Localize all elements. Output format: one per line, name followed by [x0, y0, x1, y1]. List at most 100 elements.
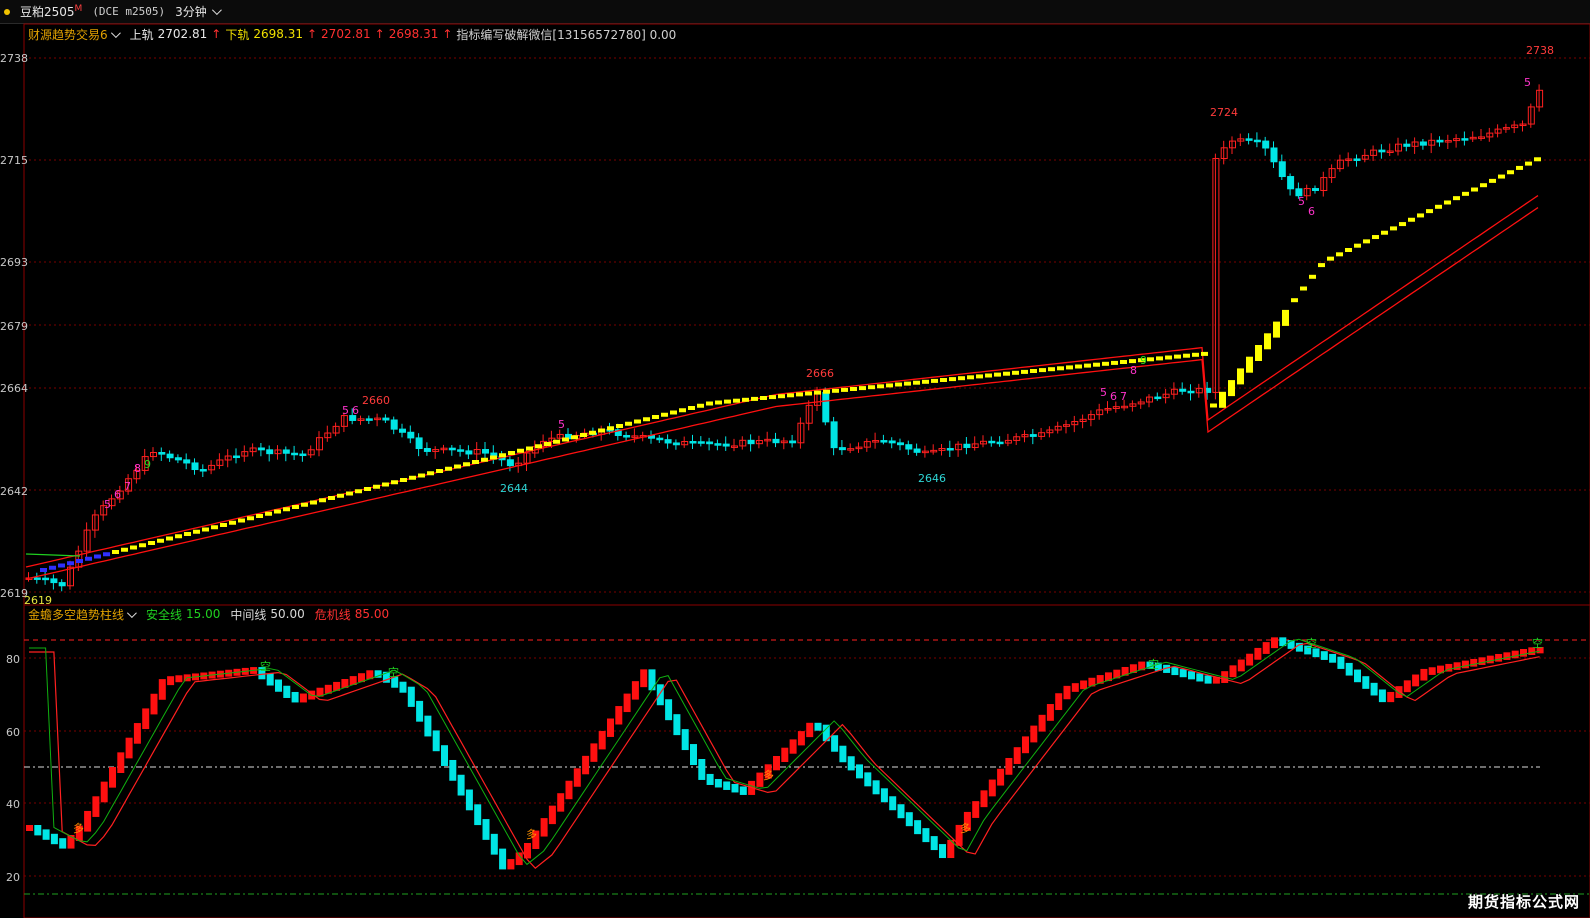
osc-bar [1503, 652, 1511, 660]
candle-body [963, 443, 971, 448]
candle-body [291, 452, 299, 456]
ma-step-block [1201, 351, 1208, 356]
osc-bar [266, 673, 274, 686]
ma-step-block [1291, 298, 1298, 303]
osc-bar [100, 781, 108, 803]
osc-bar [1179, 669, 1187, 678]
ma-step-block [1516, 165, 1523, 170]
osc-bar [681, 729, 689, 751]
ma-step-block [832, 388, 839, 393]
short-signal-label: 空 [388, 665, 399, 679]
ma-step-block [1102, 361, 1109, 366]
count-label: 7 [1120, 390, 1127, 403]
ma-step-block [391, 480, 398, 485]
osc-bar [1246, 653, 1254, 666]
ma-step-block [553, 439, 560, 444]
ma-step-block [1435, 204, 1442, 209]
ma-step-block [1183, 353, 1190, 358]
count-label: 6 [114, 488, 121, 501]
osc-bar [1486, 655, 1494, 664]
price-tick: 2664 [0, 382, 28, 395]
ma-step-block [1327, 256, 1334, 261]
candle-body [482, 449, 489, 454]
ma-step-block [247, 516, 254, 521]
ma-step-block [607, 426, 614, 431]
osc-tick: 60 [6, 726, 20, 739]
osc-bar [665, 699, 673, 721]
osc-bar [84, 810, 92, 832]
ma-step-block [184, 532, 191, 536]
ma-step-block [1534, 157, 1541, 162]
ma-step-block [940, 378, 947, 382]
candle-body [382, 417, 390, 421]
osc-bar [1055, 693, 1063, 711]
candle-body [689, 441, 697, 444]
candle-body [1270, 147, 1278, 163]
osc-bar [1071, 683, 1079, 692]
osc-bar [1196, 673, 1204, 682]
ma-step-block [904, 381, 911, 386]
ma-step-block [1309, 274, 1316, 279]
ma-step-block [1219, 391, 1226, 408]
ma-step-block [103, 552, 110, 557]
candle-body [1253, 139, 1261, 143]
chart-canvas[interactable]: 2738 2715 2693 2679 2664 2642 2619 80 60… [0, 0, 1590, 918]
candle-body [448, 447, 456, 451]
ma-step-block [1381, 230, 1388, 235]
ma-step-block [643, 417, 650, 422]
ma-step-block [409, 475, 416, 480]
osc-bar [424, 715, 432, 737]
ma-step-block [454, 464, 461, 469]
ma-step-block [1354, 243, 1361, 248]
osc-bar [831, 735, 839, 752]
long-signal-label: 多 [960, 821, 971, 835]
osc-bar [615, 706, 623, 725]
osc-bar [1453, 662, 1461, 670]
ma-step-block [148, 541, 155, 545]
ma-step-block [130, 545, 137, 550]
osc-bar [640, 669, 648, 688]
ma-step-block [877, 384, 884, 389]
ma-step-block [652, 415, 659, 419]
ma-step-block [967, 375, 974, 380]
osc-bar [1204, 675, 1212, 684]
ma-step-block [373, 484, 380, 489]
osc-bar [1470, 658, 1478, 667]
ma-step-block [688, 406, 695, 410]
osc-bar [1403, 680, 1411, 693]
annotation-low: 2644 [500, 482, 528, 495]
candle-body [407, 431, 415, 439]
candle-body [1029, 434, 1037, 437]
osc-bar [930, 836, 938, 851]
ma-step-block [1300, 286, 1307, 291]
ma-step-block [238, 518, 245, 523]
candle-body [838, 447, 846, 451]
osc-bar [291, 691, 299, 703]
candle-body [722, 443, 730, 447]
ma-step-block [274, 509, 281, 514]
candle-body [1278, 161, 1286, 178]
ma-step-block [328, 496, 335, 500]
ma-step-block [571, 435, 578, 440]
grid-lines [24, 57, 1590, 895]
osc-tick: 80 [6, 653, 20, 666]
count-label: 5 [558, 418, 565, 431]
long-signal-label: 多 [526, 827, 537, 841]
ma-step-block [400, 478, 407, 482]
ma-step-block [895, 382, 902, 387]
osc-bar [92, 796, 100, 817]
osc-bar [1171, 666, 1179, 676]
count-label: 8 [1130, 364, 1137, 377]
ma-step-block [787, 393, 794, 398]
candle-body [672, 442, 680, 446]
ma-step-block [1498, 174, 1505, 179]
ma-step-block [436, 469, 443, 473]
ma-step-block [382, 482, 389, 487]
upper-band-line [25, 195, 1539, 568]
short-signal-label: 空 [1532, 636, 1543, 650]
osc-bar [1188, 671, 1195, 680]
ma-step-block [841, 387, 848, 392]
ma-step-block [1273, 321, 1280, 338]
osc-bar [814, 722, 822, 731]
ma-step-block [913, 380, 920, 385]
